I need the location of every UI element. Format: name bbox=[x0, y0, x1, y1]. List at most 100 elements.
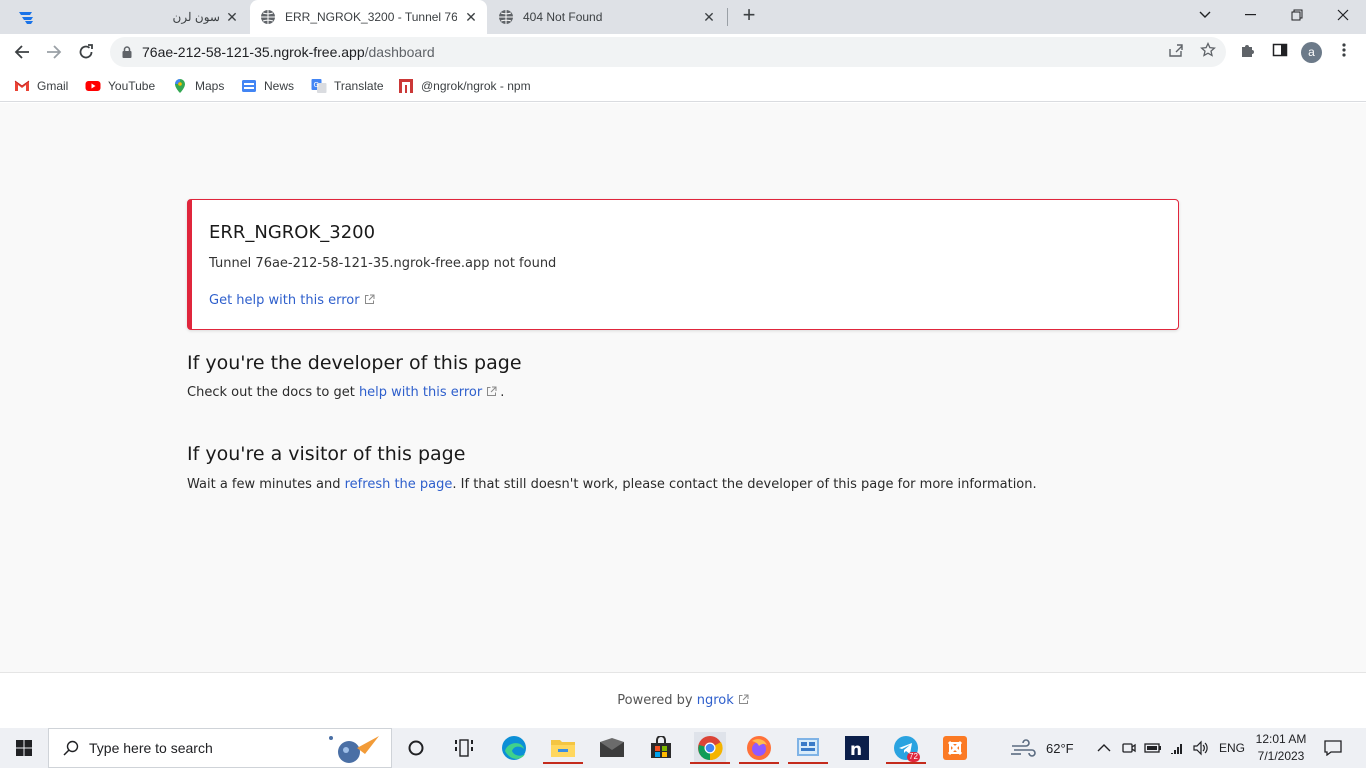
tab-err-ngrok[interactable]: ERR_NGROK_3200 - Tunnel 76ae ✕ bbox=[250, 0, 487, 34]
tray-overflow-button[interactable] bbox=[1097, 728, 1111, 768]
battery-button[interactable] bbox=[1144, 728, 1162, 768]
close-tab-icon[interactable]: ✕ bbox=[701, 9, 717, 25]
widgets-button[interactable] bbox=[448, 732, 480, 764]
chrome-app[interactable] bbox=[690, 732, 730, 764]
xampp-app[interactable] bbox=[939, 732, 971, 764]
firefox-app[interactable] bbox=[739, 732, 779, 764]
telegram-app[interactable]: 72 bbox=[886, 732, 926, 764]
developer-heading: If you're the developer of this page bbox=[187, 352, 522, 374]
windy-weather-icon bbox=[1011, 739, 1036, 757]
error-help-link-text: Get help with this error bbox=[209, 293, 360, 308]
developer-help-link[interactable]: help with this error bbox=[359, 385, 497, 400]
arrow-right-icon bbox=[47, 45, 62, 59]
tab-sonlearn[interactable]: سون لرن ✕ bbox=[44, 0, 248, 34]
running-indicator bbox=[739, 762, 779, 764]
close-tab-icon[interactable]: ✕ bbox=[463, 9, 479, 25]
taskbar-search-box[interactable]: Type here to search bbox=[48, 728, 392, 768]
restore-button[interactable] bbox=[1274, 0, 1320, 30]
store-app[interactable] bbox=[645, 732, 677, 764]
bookmark-gmail[interactable]: Gmail bbox=[14, 76, 68, 96]
external-link-icon bbox=[487, 386, 497, 396]
forward-button[interactable] bbox=[40, 38, 68, 66]
bookmark-news[interactable]: News bbox=[241, 76, 294, 96]
visitor-text-end: . If that still doesn't work, please con… bbox=[452, 477, 1037, 492]
kebab-menu-icon bbox=[1342, 43, 1346, 57]
globe-icon bbox=[261, 10, 275, 24]
bookmark-npm[interactable]: @ngrok/ngrok - npm bbox=[398, 76, 531, 96]
bookmark-youtube[interactable]: YouTube bbox=[85, 76, 155, 96]
running-indicator bbox=[886, 762, 926, 764]
browser-menu-button[interactable] bbox=[1334, 40, 1354, 60]
file-explorer-app[interactable] bbox=[543, 732, 583, 764]
minimize-button[interactable] bbox=[1228, 0, 1274, 30]
bookmark-maps[interactable]: Maps bbox=[172, 76, 224, 96]
edge-app[interactable] bbox=[498, 732, 530, 764]
developer-help-link-text: help with this error bbox=[358, 385, 483, 400]
translate-icon: G bbox=[311, 79, 327, 93]
folder-icon bbox=[551, 740, 575, 757]
bookmark-label: Maps bbox=[195, 79, 225, 93]
weather-widget[interactable]: 62°F bbox=[1010, 728, 1074, 768]
control-panel-app[interactable] bbox=[788, 732, 828, 764]
task-view-button[interactable] bbox=[400, 732, 432, 764]
close-tab-icon[interactable]: ✕ bbox=[224, 9, 240, 25]
meet-now-button[interactable] bbox=[1121, 728, 1137, 768]
ngrok-link-text: ngrok bbox=[696, 693, 734, 708]
bookmark-label: News bbox=[264, 79, 295, 93]
language-indicator[interactable]: ENG bbox=[1219, 728, 1245, 768]
url-host: 76ae-212-58-121-35.ngrok-free.app bbox=[142, 44, 365, 60]
network-button[interactable] bbox=[1169, 728, 1185, 768]
bookmark-translate[interactable]: G Translate bbox=[311, 76, 384, 96]
notepad-plus-app[interactable]: n bbox=[841, 732, 873, 764]
ngrok-link[interactable]: ngrok bbox=[697, 693, 749, 708]
volume-button[interactable] bbox=[1192, 728, 1210, 768]
reload-button[interactable] bbox=[72, 38, 100, 66]
tab-strip: سون لرن ✕ ERR_NGROK_3200 - Tunnel 76ae ✕… bbox=[0, 0, 1366, 34]
share-button[interactable] bbox=[1166, 40, 1186, 60]
refresh-page-link[interactable]: refresh the page bbox=[345, 477, 453, 492]
npm-icon bbox=[399, 79, 413, 93]
share-icon bbox=[1169, 44, 1183, 57]
search-highlight-icon bbox=[329, 736, 379, 763]
tab-title: 404 Not Found bbox=[523, 10, 603, 24]
bookmark-label: YouTube bbox=[108, 79, 156, 93]
tab-search-icon[interactable] bbox=[18, 9, 36, 25]
windows-logo-icon bbox=[16, 740, 32, 756]
powered-by-text: Powered by bbox=[617, 693, 697, 708]
visitor-heading: If you're a visitor of this page bbox=[187, 443, 466, 465]
chrome-icon bbox=[698, 736, 723, 761]
start-button[interactable] bbox=[0, 728, 48, 768]
search-placeholder: Type here to search bbox=[89, 740, 213, 756]
clock-date: 7/1/2023 bbox=[1257, 749, 1305, 763]
weather-temp: 62°F bbox=[1046, 740, 1074, 756]
mail-app[interactable] bbox=[596, 732, 628, 764]
close-window-button[interactable] bbox=[1320, 0, 1366, 30]
clock[interactable]: 12:01 AM 7/1/2023 bbox=[1246, 731, 1316, 765]
tab-list-button[interactable] bbox=[1182, 0, 1228, 30]
error-help-link[interactable]: Get help with this error bbox=[209, 293, 375, 308]
svg-text:G: G bbox=[314, 81, 319, 89]
minimize-icon bbox=[1245, 14, 1256, 16]
svg-text:n: n bbox=[850, 740, 862, 760]
notifications-button[interactable] bbox=[1324, 728, 1342, 768]
control-panel-icon bbox=[797, 738, 819, 756]
tab-404[interactable]: 404 Not Found ✕ bbox=[489, 0, 725, 34]
reload-icon bbox=[79, 44, 93, 59]
back-button[interactable] bbox=[8, 38, 36, 66]
page-footer: Powered by ngrok bbox=[0, 672, 1366, 728]
extensions-button[interactable] bbox=[1238, 40, 1258, 60]
gmail-icon bbox=[14, 80, 30, 91]
visitor-text: Wait a few minutes and bbox=[187, 477, 345, 492]
running-indicator bbox=[543, 762, 583, 764]
developer-text: Check out the docs to get bbox=[187, 385, 359, 400]
address-bar[interactable]: 76ae-212-58-121-35.ngrok-free.app/dashbo… bbox=[110, 37, 1226, 67]
globe-icon bbox=[499, 10, 513, 24]
side-panel-button[interactable] bbox=[1270, 40, 1290, 60]
new-tab-button[interactable]: + bbox=[738, 4, 760, 27]
bookmark-star-button[interactable] bbox=[1198, 40, 1218, 60]
lock-icon[interactable] bbox=[120, 45, 134, 59]
external-link-icon bbox=[738, 694, 749, 704]
maps-icon bbox=[175, 79, 185, 93]
profile-avatar[interactable]: a bbox=[1301, 42, 1322, 63]
clock-time: 12:01 AM bbox=[1255, 732, 1307, 746]
